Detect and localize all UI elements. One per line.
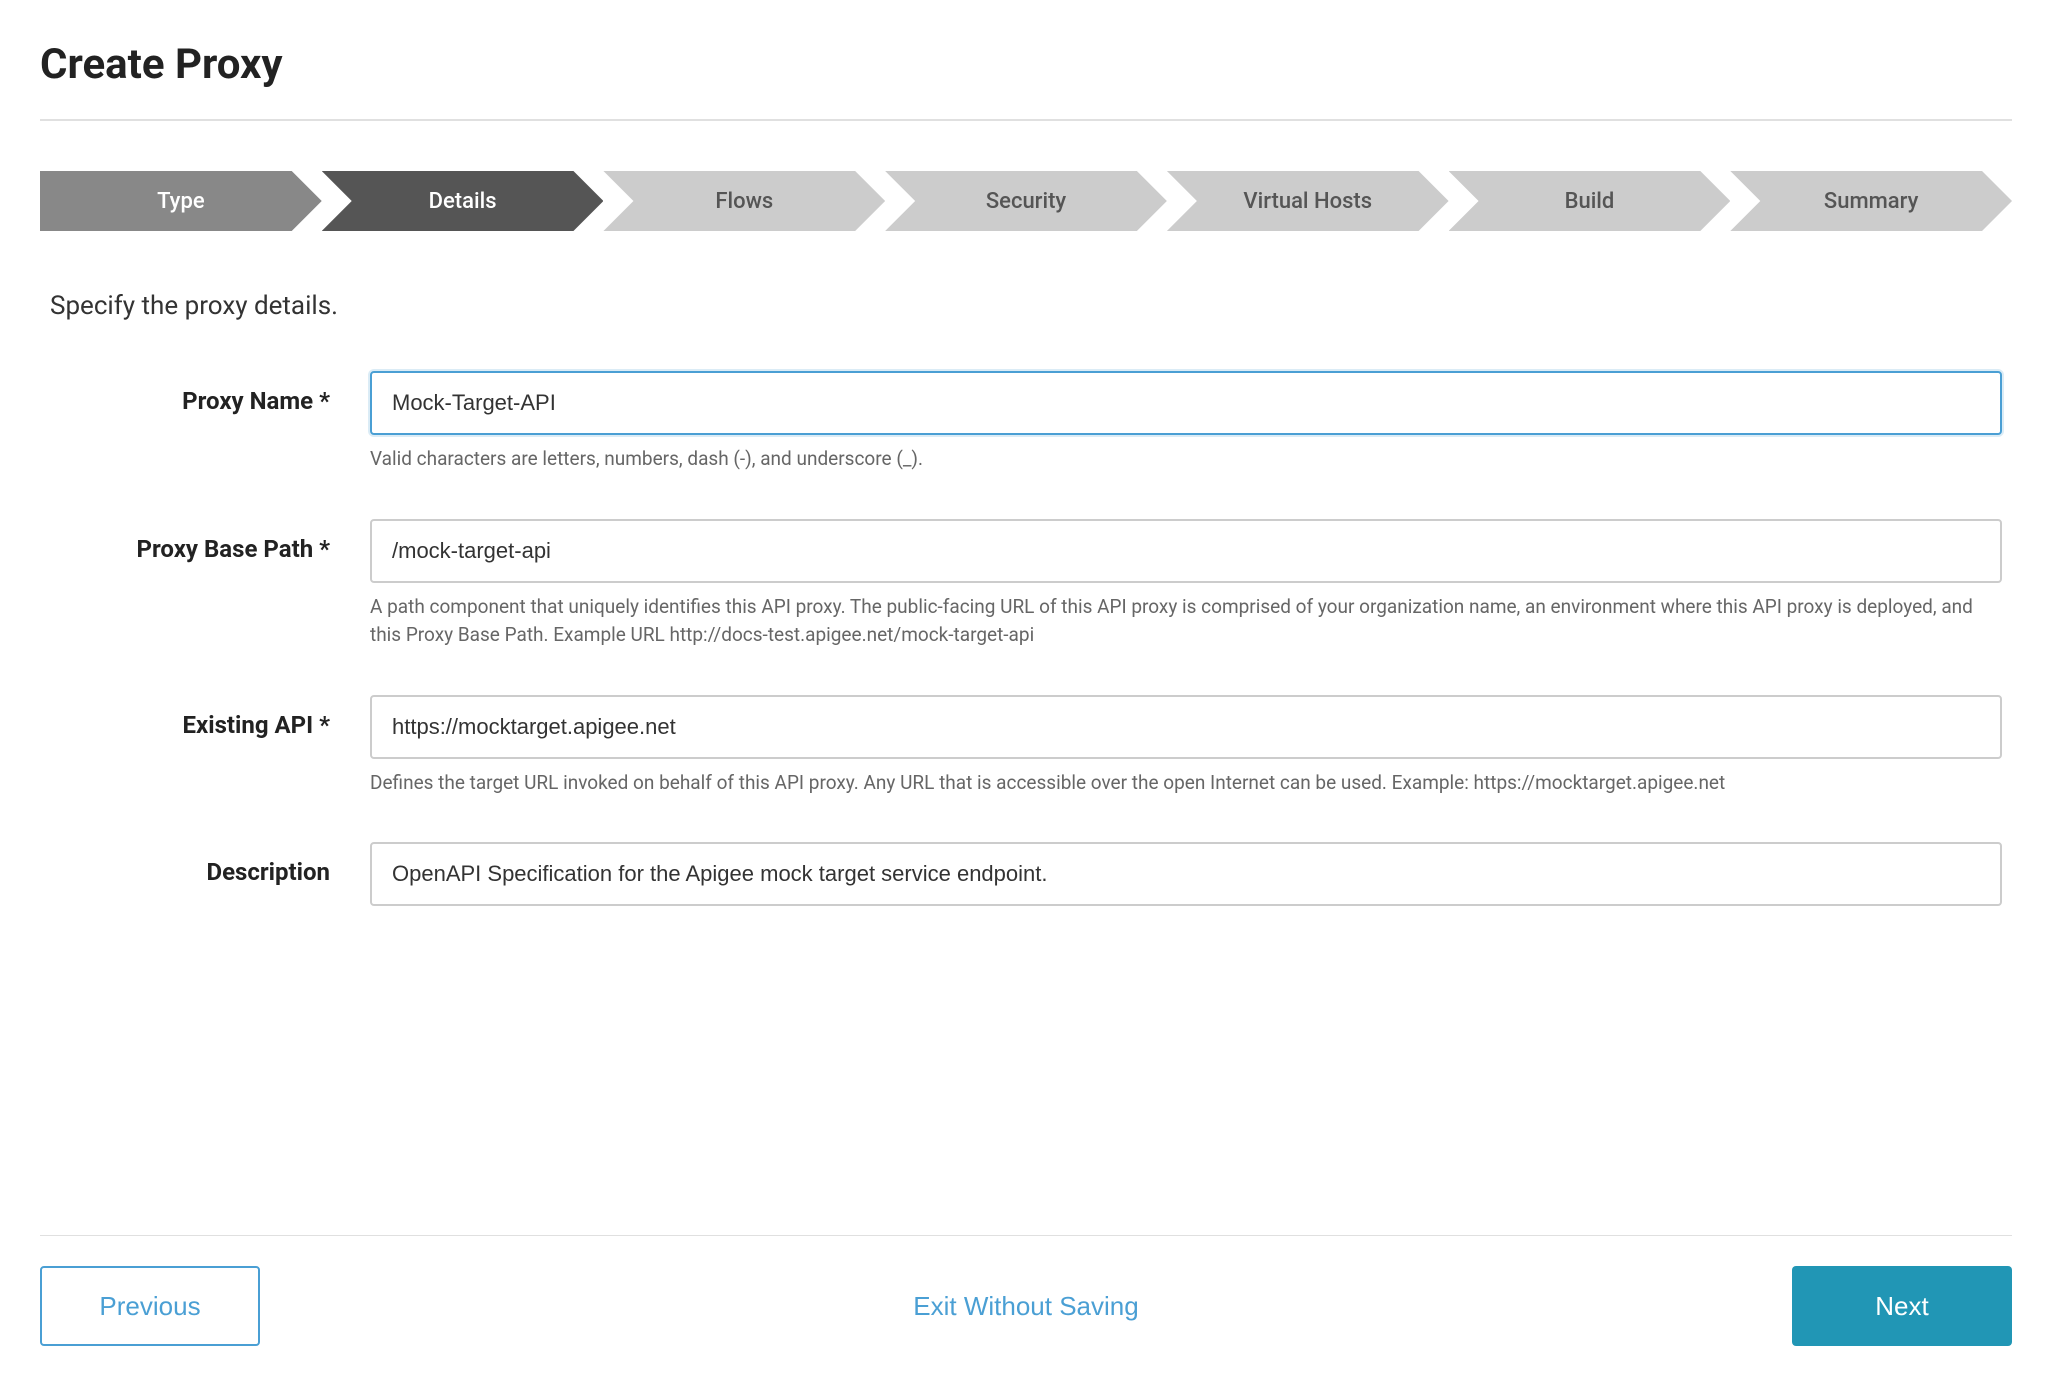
step-flows[interactable]: Flows [603,171,885,231]
existing-api-input[interactable] [370,695,2002,759]
page-title: Create Proxy [40,40,2012,89]
proxy-base-path-control: A path component that uniquely identifie… [370,519,2002,650]
proxy-name-row: Proxy Name * Valid characters are letter… [50,371,2002,474]
step-details[interactable]: Details [322,171,604,231]
existing-api-hint: Defines the target URL invoked on behalf… [370,769,2002,798]
proxy-name-label: Proxy Name * [50,371,370,415]
proxy-name-control: Valid characters are letters, numbers, d… [370,371,2002,474]
next-button[interactable]: Next [1792,1266,2012,1346]
step-virtual-hosts[interactable]: Virtual Hosts [1167,171,1449,231]
proxy-base-path-input[interactable] [370,519,2002,583]
step-summary[interactable]: Summary [1730,171,2012,231]
step-build[interactable]: Build [1449,171,1731,231]
existing-api-row: Existing API * Defines the target URL in… [50,695,2002,798]
proxy-name-hint: Valid characters are letters, numbers, d… [370,445,2002,474]
description-control [370,842,2002,906]
step-type[interactable]: Type [40,171,322,231]
section-description: Specify the proxy details. [50,291,2002,321]
title-divider [40,119,2012,121]
step-security[interactable]: Security [885,171,1167,231]
proxy-name-input[interactable] [370,371,2002,435]
bottom-navigation: Previous Exit Without Saving Next [40,1235,2012,1386]
description-row: Description [50,842,2002,906]
existing-api-label: Existing API * [50,695,370,739]
proxy-base-path-hint: A path component that uniquely identifie… [370,593,2002,650]
form-section: Specify the proxy details. Proxy Name * … [40,291,2012,1235]
proxy-base-path-label: Proxy Base Path * [50,519,370,563]
stepper: Type Details Flows Security Virtual Host… [40,171,2012,231]
description-input[interactable] [370,842,2002,906]
existing-api-control: Defines the target URL invoked on behalf… [370,695,2002,798]
previous-button[interactable]: Previous [40,1266,260,1346]
proxy-base-path-row: Proxy Base Path * A path component that … [50,519,2002,650]
exit-without-saving-button[interactable]: Exit Without Saving [913,1291,1138,1322]
description-label: Description [50,842,370,886]
